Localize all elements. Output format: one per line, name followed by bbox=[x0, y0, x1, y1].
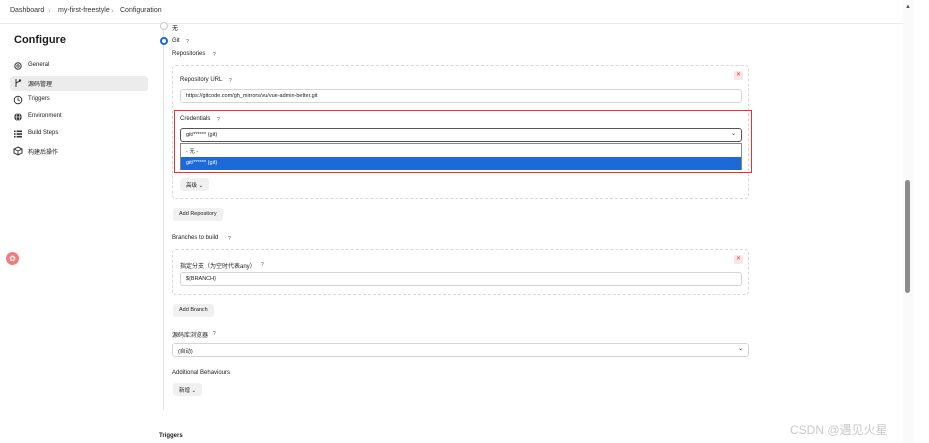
package-icon bbox=[13, 146, 23, 156]
breadcrumb-configuration[interactable]: Configuration bbox=[120, 7, 162, 14]
add-behaviour-label: 新增 bbox=[179, 388, 191, 394]
chevron-down-icon: ⌄ bbox=[191, 388, 197, 394]
triggers-section-title: Triggers bbox=[159, 433, 183, 439]
branch-specifier-label: 指定分支（为空时代表any） bbox=[180, 264, 256, 270]
sidebar-item-label: Environment bbox=[28, 113, 62, 119]
repo-browser-select[interactable]: (自动) bbox=[172, 343, 749, 357]
section-border bbox=[163, 24, 164, 410]
scm-git-label: Git bbox=[172, 38, 180, 44]
chevron-down-icon: ⌄ bbox=[198, 183, 204, 189]
help-icon[interactable]: ? bbox=[229, 78, 232, 84]
sidebar-item-environment[interactable]: Environment bbox=[10, 110, 148, 125]
floating-assistant-icon[interactable]: ✿ bbox=[6, 252, 19, 265]
sidebar-item-build-steps[interactable]: Build Steps bbox=[10, 127, 148, 142]
breadcrumb: Dashboard › my-first-freestyle › Configu… bbox=[0, 0, 903, 24]
sidebar-item-post-build[interactable]: 构建后操作 bbox=[10, 144, 148, 159]
close-icon[interactable]: ✕ bbox=[734, 71, 743, 80]
gear-icon bbox=[14, 62, 22, 70]
close-icon[interactable]: ✕ bbox=[734, 255, 743, 264]
sidebar-item-label: General bbox=[28, 62, 50, 68]
add-behaviour-button[interactable]: 新增 ⌄ bbox=[173, 383, 203, 396]
breadcrumb-separator: › bbox=[48, 6, 51, 15]
sidebar-item-scm[interactable]: 源码管理 bbox=[10, 76, 148, 91]
breadcrumb-separator: › bbox=[111, 6, 114, 15]
repo-browser-label: 源码库浏览器 bbox=[172, 333, 209, 339]
repositories-label: Repositories bbox=[172, 51, 206, 57]
help-icon[interactable]: ? bbox=[186, 39, 189, 45]
clock-icon bbox=[13, 95, 23, 105]
watermark: CSDN @遇见火星 bbox=[790, 423, 888, 437]
list-icon bbox=[14, 130, 22, 138]
sidebar-item-label: 构建后操作 bbox=[28, 150, 59, 156]
sidebar-item-label: Build Steps bbox=[28, 130, 59, 136]
scm-none-radio[interactable] bbox=[160, 22, 168, 30]
branch-icon bbox=[15, 79, 22, 87]
help-icon[interactable]: ? bbox=[261, 262, 264, 268]
repository-url-label: Repository URL bbox=[180, 77, 223, 83]
branch-specifier-input[interactable]: ${BRANCH} bbox=[180, 272, 742, 286]
breadcrumb-dashboard[interactable]: Dashboard bbox=[10, 7, 44, 14]
scm-none-label: 无 bbox=[172, 26, 179, 32]
sidebar-item-label: Triggers bbox=[28, 96, 50, 102]
chevron-down-icon: ⌄ bbox=[738, 346, 744, 352]
help-icon[interactable]: ? bbox=[228, 236, 231, 242]
advanced-button-label: 高级 bbox=[186, 183, 198, 189]
add-repository-button[interactable]: Add Repository bbox=[173, 208, 223, 221]
scrollbar-thumb[interactable] bbox=[905, 180, 910, 293]
help-icon[interactable]: ? bbox=[213, 52, 216, 58]
sidebar-item-triggers[interactable]: Triggers bbox=[10, 93, 148, 108]
breadcrumb-project[interactable]: my-first-freestyle bbox=[58, 7, 110, 14]
help-icon[interactable]: ? bbox=[213, 331, 216, 337]
branches-label: Branches to build bbox=[172, 235, 219, 241]
advanced-button[interactable]: 高级 ⌄ bbox=[180, 178, 210, 191]
sidebar-item-general[interactable]: General bbox=[10, 59, 148, 74]
page-title: Configure bbox=[14, 34, 66, 46]
sidebar-item-label: 源码管理 bbox=[28, 82, 53, 88]
additional-behaviours-label: Additional Behaviours bbox=[172, 370, 231, 376]
globe-icon bbox=[14, 112, 22, 122]
repository-url-input[interactable]: https://gitcode.com/gh_mirrors/vu/vue-ad… bbox=[180, 89, 742, 103]
scm-git-radio[interactable] bbox=[160, 37, 168, 45]
credentials-highlight-box bbox=[174, 110, 752, 173]
scroll-up-arrow-icon[interactable]: ▲ bbox=[905, 4, 911, 10]
add-branch-button[interactable]: Add Branch bbox=[173, 304, 214, 317]
